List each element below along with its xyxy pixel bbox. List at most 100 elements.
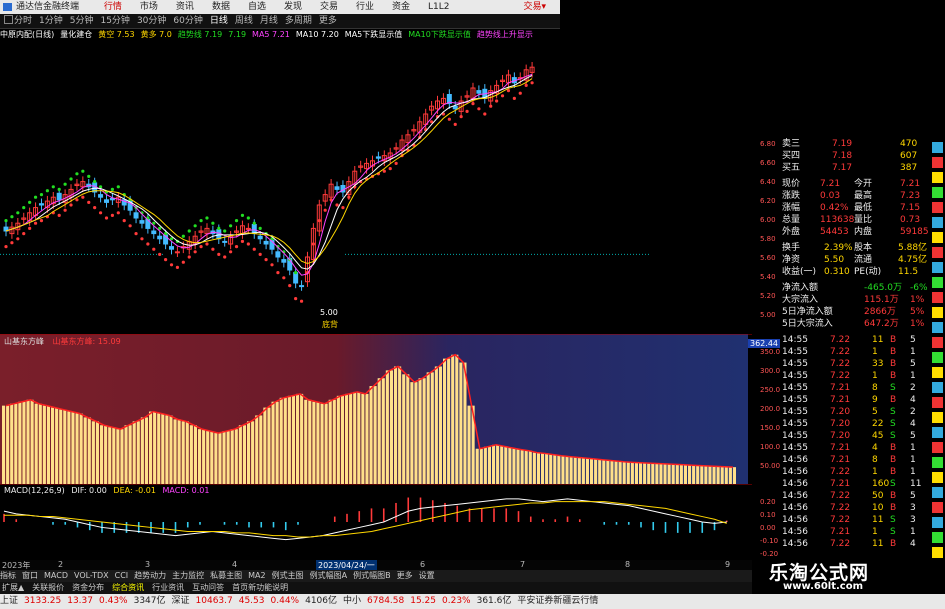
- timeframe-8[interactable]: 月线: [260, 14, 278, 28]
- toolbar-tool-icon[interactable]: [932, 547, 943, 558]
- indicator-menu-7[interactable]: 私募主图: [210, 571, 242, 580]
- toolbar-tool-icon[interactable]: [932, 247, 943, 258]
- menu-item-7[interactable]: 行业: [356, 0, 374, 14]
- menu-item-4[interactable]: 自选: [248, 0, 266, 14]
- timeframe-0[interactable]: 分时: [14, 14, 32, 28]
- toolbar-tool-icon[interactable]: [932, 202, 943, 213]
- volume-bar: [577, 457, 581, 484]
- toolbar-tool-icon[interactable]: [932, 367, 943, 378]
- toolbar-tool-icon[interactable]: [932, 532, 943, 543]
- tab-2[interactable]: 资金分布: [70, 583, 106, 592]
- indicator-menu-5[interactable]: 趋势动力: [134, 571, 166, 580]
- volume-bar: [545, 453, 549, 484]
- indicator-menu-9[interactable]: 例式主图: [272, 571, 304, 580]
- support-dot: [217, 252, 221, 256]
- timeframe-6[interactable]: 日线: [210, 14, 228, 28]
- macd-dea-line: [4, 501, 727, 538]
- toolbar-tool-icon[interactable]: [932, 142, 943, 153]
- indicator-menu-13[interactable]: 设置: [419, 571, 435, 580]
- tab-3[interactable]: 综合资讯: [110, 583, 146, 592]
- toolbar-tool-icon[interactable]: [932, 217, 943, 228]
- timeframe-9[interactable]: 多周期: [285, 14, 312, 28]
- tab-4[interactable]: 行业资讯: [150, 583, 186, 592]
- menu-item-6[interactable]: 交易: [320, 0, 338, 14]
- volume-bar: [271, 401, 275, 484]
- indicator-menu-8[interactable]: MA2: [248, 571, 265, 580]
- indicator-menu-6[interactable]: 主力监控: [172, 571, 204, 580]
- timeframe-7[interactable]: 周线: [235, 14, 253, 28]
- indicator-menu-11[interactable]: 例式幅图B: [353, 571, 391, 580]
- volume-bar: [214, 433, 218, 484]
- menu-item-9[interactable]: L1L2: [428, 0, 449, 14]
- indicator-menu-12[interactable]: 更多: [397, 571, 413, 580]
- indicator-menu-3[interactable]: VOL-TDX: [74, 571, 109, 580]
- tab-1[interactable]: 关联报价: [30, 583, 66, 592]
- timeframe-4[interactable]: 30分钟: [137, 14, 166, 28]
- indicator-menu-1[interactable]: 窗口: [22, 571, 38, 580]
- toolbar-tool-icon[interactable]: [932, 442, 943, 453]
- volume-pane[interactable]: [0, 334, 752, 484]
- macd-pane[interactable]: [0, 484, 752, 560]
- toolbar-tool-icon[interactable]: [932, 172, 943, 183]
- volume-bar: [426, 372, 430, 484]
- support-dot: [16, 237, 20, 241]
- tick-side: S: [890, 383, 896, 393]
- toolbar-tool-icon[interactable]: [932, 292, 943, 303]
- timeframe-3[interactable]: 15分钟: [100, 14, 129, 28]
- toolbar-tool-icon[interactable]: [932, 382, 943, 393]
- tab-6[interactable]: 首页新功能说明: [230, 583, 290, 592]
- toolbar-tool-icon[interactable]: [932, 187, 943, 198]
- menu-item-1[interactable]: 市场: [140, 0, 158, 14]
- timeframe-5[interactable]: 60分钟: [173, 14, 202, 28]
- toolbar-tool-icon[interactable]: [932, 517, 943, 528]
- timeframe-10[interactable]: 更多: [319, 14, 337, 28]
- tick-row: 14:56 7.22 11 B 4: [782, 538, 927, 550]
- toolbar-tool-icon[interactable]: [932, 427, 943, 438]
- toolbar-tool-icon[interactable]: [932, 502, 943, 513]
- indicator-menu-0[interactable]: 指标: [0, 571, 16, 580]
- date-tick: 8: [625, 560, 631, 569]
- toolbar-tool-icon[interactable]: [932, 352, 943, 363]
- tab-5[interactable]: 互动问答: [190, 583, 226, 592]
- toolbar-tool-icon[interactable]: [932, 157, 943, 168]
- indicator-menu-2[interactable]: MACD: [44, 571, 68, 580]
- timeframe-1[interactable]: 1分钟: [39, 14, 63, 28]
- toolbar-tool-icon[interactable]: [932, 337, 943, 348]
- menu-item-5[interactable]: 发现: [284, 0, 302, 14]
- toolbar-tool-icon[interactable]: [932, 262, 943, 273]
- low-price-label: 5.00: [320, 308, 338, 317]
- toolbar-tool-icon[interactable]: [932, 487, 943, 498]
- candle-body: [263, 240, 269, 245]
- toolbar-tool-icon[interactable]: [932, 397, 943, 408]
- tick-vol: 33: [872, 359, 884, 369]
- menu-item-3[interactable]: 数据: [212, 0, 230, 14]
- toolbar-tool-icon[interactable]: [932, 412, 943, 423]
- status-item-14: 361.6亿: [476, 596, 512, 606]
- toolbar-tool-icon[interactable]: [932, 322, 943, 333]
- toolbar-tool-icon[interactable]: [932, 232, 943, 243]
- menu-item-2[interactable]: 资讯: [176, 0, 194, 14]
- indicator-menu-10[interactable]: 例式幅图A: [310, 571, 347, 580]
- toolbar-tool-icon[interactable]: [932, 472, 943, 483]
- toolbar-tool-icon[interactable]: [932, 277, 943, 288]
- candle-body: [299, 285, 305, 288]
- resistance-dot: [51, 185, 55, 189]
- support-dot: [323, 208, 327, 212]
- volume-bar: [541, 453, 545, 484]
- toolbar-tool-icon[interactable]: [932, 307, 943, 318]
- toolbar-tool-icon[interactable]: [932, 457, 943, 468]
- timeframe-checkbox[interactable]: [4, 15, 13, 24]
- kline-chart[interactable]: [0, 42, 752, 333]
- menu-item-8[interactable]: 资金: [392, 0, 410, 14]
- signal-label: 底背: [322, 320, 338, 329]
- tab-0[interactable]: 扩展▲: [0, 583, 26, 592]
- tick-vol: 4: [872, 443, 878, 453]
- indicator-9: MA10下跌显示值: [408, 30, 471, 39]
- indicator-menu-4[interactable]: CCI: [115, 571, 129, 580]
- volume-bar: [385, 370, 389, 484]
- timeframe-2[interactable]: 5分钟: [70, 14, 94, 28]
- volume-bar: [483, 446, 487, 484]
- menu-item-0[interactable]: 行情: [104, 0, 122, 14]
- tick-time: 14:55: [782, 359, 808, 369]
- trade-dropdown[interactable]: 交易▾: [523, 0, 546, 14]
